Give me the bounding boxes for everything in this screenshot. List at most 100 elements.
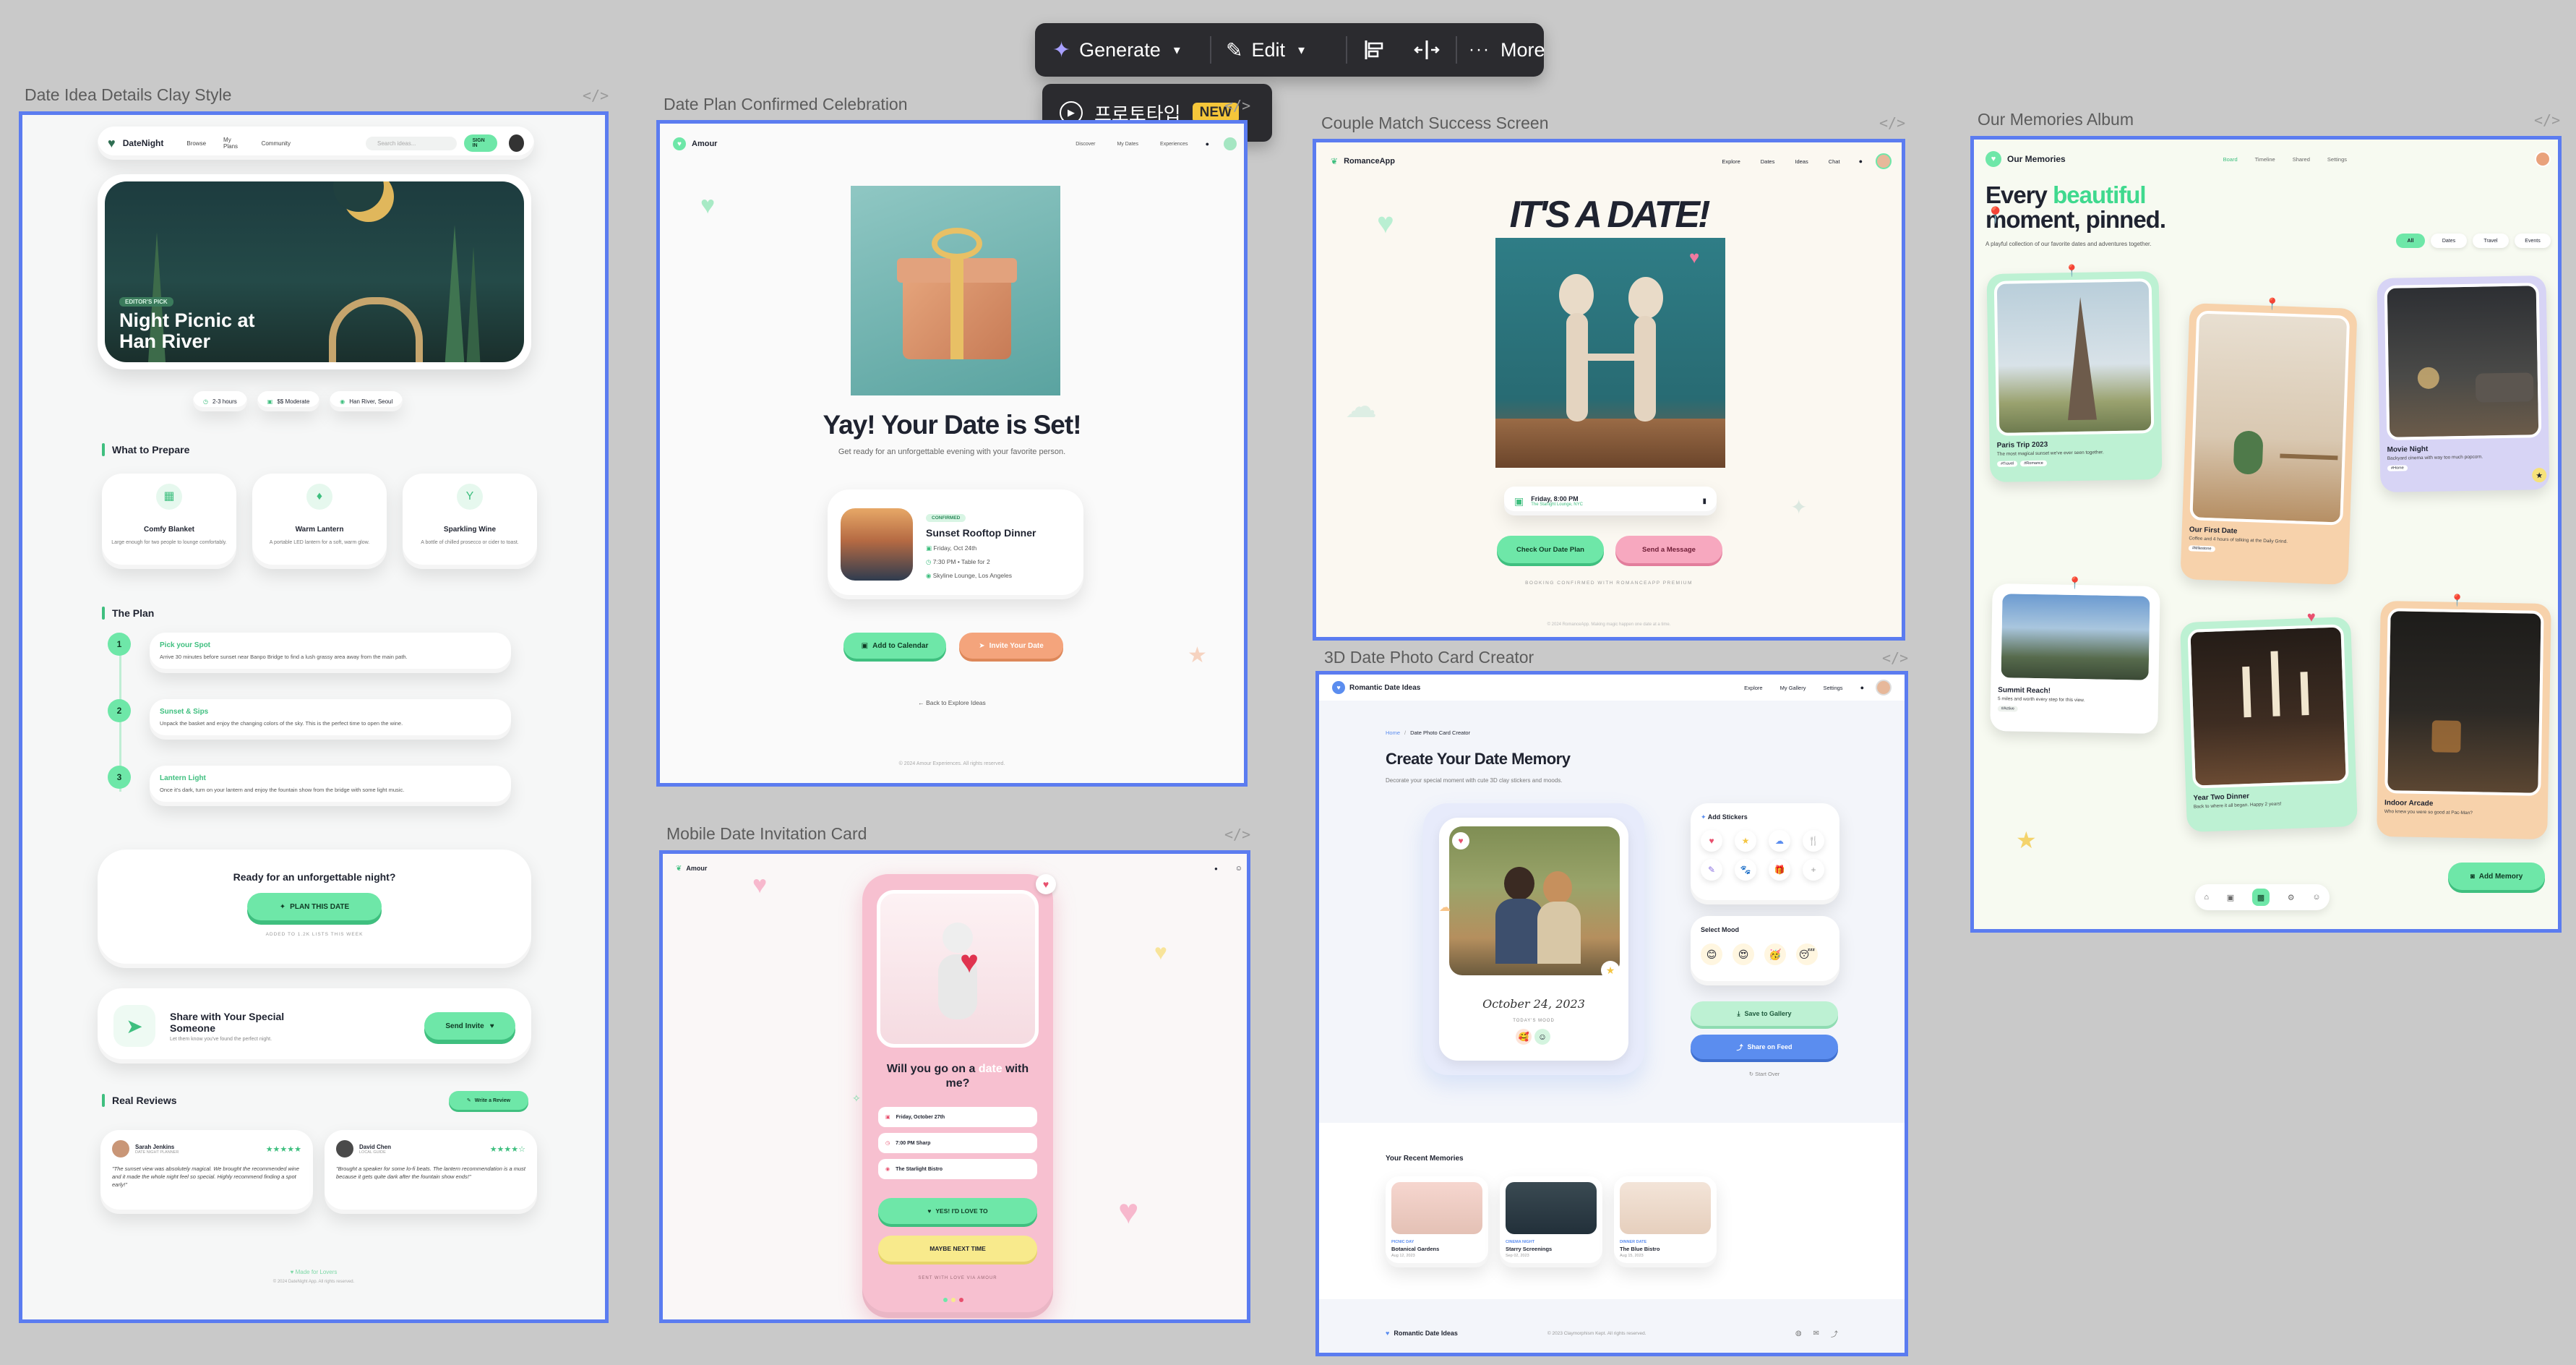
align-icon[interactable] <box>1362 38 1386 62</box>
nav-settings[interactable]: Settings <box>1823 685 1842 691</box>
generate-button[interactable]: ✦ Generate ▾ <box>1052 23 1180 77</box>
invite-your-date-button[interactable]: ➤ Invite Your Date <box>959 633 1063 659</box>
nav-explore[interactable]: Explore <box>1722 158 1740 165</box>
memory-card[interactable]: 📍 Paris Trip 2023 The most magical sunse… <box>1986 265 2163 483</box>
send-invite-button[interactable]: Send Invite ♥ <box>424 1012 515 1040</box>
filter-dates[interactable]: Dates <box>2431 234 2467 248</box>
frame-label-1[interactable]: Date Idea Details Clay Style <box>25 85 231 105</box>
more-button[interactable]: ··· More <box>1469 23 1545 77</box>
mood-love[interactable]: 😍 <box>1733 943 1754 965</box>
recent-memory-card[interactable]: DINNER DATE The Blue Bistro Aug 15, 2023 <box>1614 1176 1717 1267</box>
nav-experiences[interactable]: Experiences <box>1160 142 1188 147</box>
frame-label-5[interactable]: Mobile Date Invitation Card <box>666 824 867 844</box>
nav-discover[interactable]: Discover <box>1076 142 1095 147</box>
heart-badge-icon[interactable]: ♥ <box>1036 874 1056 894</box>
nav-community[interactable]: Community <box>262 140 291 147</box>
bell-icon[interactable]: ● <box>1206 140 1209 147</box>
edit-button[interactable]: ✎ Edit ▾ <box>1226 23 1305 77</box>
sticker-cloud[interactable]: ☁ <box>1769 830 1790 852</box>
code-icon[interactable]: </> <box>1224 826 1250 843</box>
recent-memory-card[interactable]: CINEMA NIGHT Starry Screenings Sep 02, 2… <box>1500 1176 1602 1267</box>
search-input[interactable]: Search ideas... <box>366 136 457 150</box>
frame-date-idea-details[interactable]: ♥ DateNight Browse My Plans Community Se… <box>19 111 609 1323</box>
cloud-sticker-icon[interactable]: ☁ <box>1439 900 1451 915</box>
profile-icon[interactable]: ☺ <box>2312 893 2320 902</box>
share-on-feed-button[interactable]: ⤴ Share on Feed <box>1691 1035 1838 1059</box>
sticker-add[interactable]: + <box>1803 859 1824 881</box>
memory-card[interactable]: 📍 Indoor Arcade Who knew you were so goo… <box>2377 595 2551 840</box>
start-over-link[interactable]: ↻ Start Over <box>1691 1071 1838 1077</box>
avatar[interactable] <box>1876 680 1892 696</box>
back-link[interactable]: ← Back to Explore Ideas <box>660 699 1244 706</box>
yes-button[interactable]: ♥ YES! I'D LOVE TO <box>878 1198 1037 1224</box>
send-message-button[interactable]: Send a Message <box>1615 536 1722 563</box>
code-icon[interactable]: </> <box>1879 114 1905 132</box>
code-icon[interactable]: </> <box>583 87 609 104</box>
distribute-icon[interactable] <box>1412 38 1441 62</box>
frame-label-2[interactable]: Date Plan Confirmed Celebration <box>664 95 908 114</box>
recent-memory-card[interactable]: PICNIC DAY Botanical Gardens Aug 12, 202… <box>1386 1176 1488 1267</box>
sign-in-button[interactable]: SIGN IN <box>463 134 498 152</box>
frame-date-plan-confirmed[interactable]: ♥ Amour Discover My Dates Experiences ● … <box>656 120 1248 787</box>
avatar[interactable] <box>1224 137 1237 150</box>
nav-board[interactable]: Board <box>2223 156 2238 163</box>
memory-card[interactable]: 📍 Summit Reach! 5 miles and worth every … <box>1990 578 2160 735</box>
frame-our-memories-album[interactable]: ♥ Our Memories Board Timeline Shared Set… <box>1970 136 2562 933</box>
sticker-paw[interactable]: 🐾 <box>1735 859 1756 881</box>
sticker-food[interactable]: 🍴 <box>1803 830 1824 852</box>
avatar[interactable] <box>1876 153 1892 169</box>
frame-label-3[interactable]: Couple Match Success Screen <box>1321 114 1549 133</box>
star-sticker-icon[interactable]: ★ <box>1601 961 1620 980</box>
nav-browse[interactable]: Browse <box>186 140 206 147</box>
nav-ideas[interactable]: Ideas <box>1795 158 1808 165</box>
code-icon[interactable]: </> <box>1882 649 1908 667</box>
filter-events[interactable]: Events <box>2515 234 2551 248</box>
frame-label-6[interactable]: 3D Date Photo Card Creator <box>1324 648 1534 667</box>
add-photo-icon[interactable]: ▩ <box>2251 889 2270 906</box>
calendar-icon[interactable]: ▣ <box>2227 893 2234 902</box>
bell-icon[interactable]: ● <box>1859 158 1863 165</box>
memory-card[interactable]: Movie Night Backyard cinema with way too… <box>2377 275 2550 493</box>
bell-icon[interactable]: ● <box>1214 865 1218 872</box>
add-to-calendar-button[interactable]: ▣ Add to Calendar <box>843 633 946 659</box>
nav-shared[interactable]: Shared <box>2293 156 2310 163</box>
heart-sticker-icon[interactable]: ♥ <box>1452 832 1469 850</box>
code-icon[interactable]: </> <box>2534 111 2560 129</box>
frame-photo-card-creator[interactable]: ♥ Romantic Date Ideas Explore My Gallery… <box>1315 671 1908 1356</box>
write-review-button[interactable]: ✎ Write a Review <box>449 1091 528 1110</box>
settings-icon[interactable]: ⚙ <box>2288 893 2295 902</box>
save-to-gallery-button[interactable]: ⤓ Save to Gallery <box>1691 1001 1838 1026</box>
home-icon[interactable]: ⌂ <box>2204 893 2209 902</box>
memory-card[interactable]: 📍 Our First Date Coffee and 4 hours of t… <box>2180 299 2358 585</box>
nav-my-plans[interactable]: My Plans <box>223 137 244 150</box>
avatar[interactable] <box>509 134 524 152</box>
filter-all[interactable]: All <box>2396 234 2425 248</box>
frame-couple-match-success[interactable]: ❦ RomanceApp Explore Dates Ideas Chat ● … <box>1313 139 1905 641</box>
maybe-button[interactable]: MAYBE NEXT TIME <box>878 1236 1037 1262</box>
frame-mobile-date-invitation[interactable]: ❦ Amour ● ☺ ♥ ♥ ♥ ✧ ♥ ♥ Will you go on a… <box>659 850 1250 1323</box>
bell-icon[interactable]: ● <box>1860 684 1864 691</box>
mood-party[interactable]: 🥳 <box>1764 943 1786 965</box>
share-icon[interactable]: ⤴ <box>1831 1328 1838 1339</box>
nav-dates[interactable]: Dates <box>1761 158 1775 165</box>
nav-my-dates[interactable]: My Dates <box>1117 142 1138 147</box>
nav-explore[interactable]: Explore <box>1744 685 1762 691</box>
sticker-star[interactable]: ★ <box>1735 830 1756 852</box>
nav-my-gallery[interactable]: My Gallery <box>1780 685 1806 691</box>
add-memory-button[interactable]: ◙ Add Memory <box>2448 863 2545 890</box>
page-dots[interactable] <box>943 1298 963 1302</box>
mood-happy[interactable]: 😊 <box>1701 943 1722 965</box>
profile-icon[interactable]: ☺ <box>1235 865 1242 873</box>
mood-sleepy[interactable]: 😴 <box>1796 943 1818 965</box>
avatar[interactable] <box>2535 151 2551 167</box>
nav-chat[interactable]: Chat <box>1829 158 1840 165</box>
bookmark-icon[interactable]: ▮ <box>1702 497 1706 505</box>
breadcrumb-home[interactable]: Home <box>1386 729 1400 736</box>
nav-settings[interactable]: Settings <box>2327 156 2347 163</box>
nav-timeline[interactable]: Timeline <box>2255 156 2275 163</box>
filter-travel[interactable]: Travel <box>2473 234 2509 248</box>
sticker-pencil[interactable]: ✎ <box>1701 859 1722 881</box>
memory-card[interactable]: ♥ Year Two Dinner Back to where it all b… <box>2180 609 2358 833</box>
sticker-heart[interactable]: ♥ <box>1701 830 1722 852</box>
mail-icon[interactable]: ✉ <box>1813 1330 1819 1338</box>
